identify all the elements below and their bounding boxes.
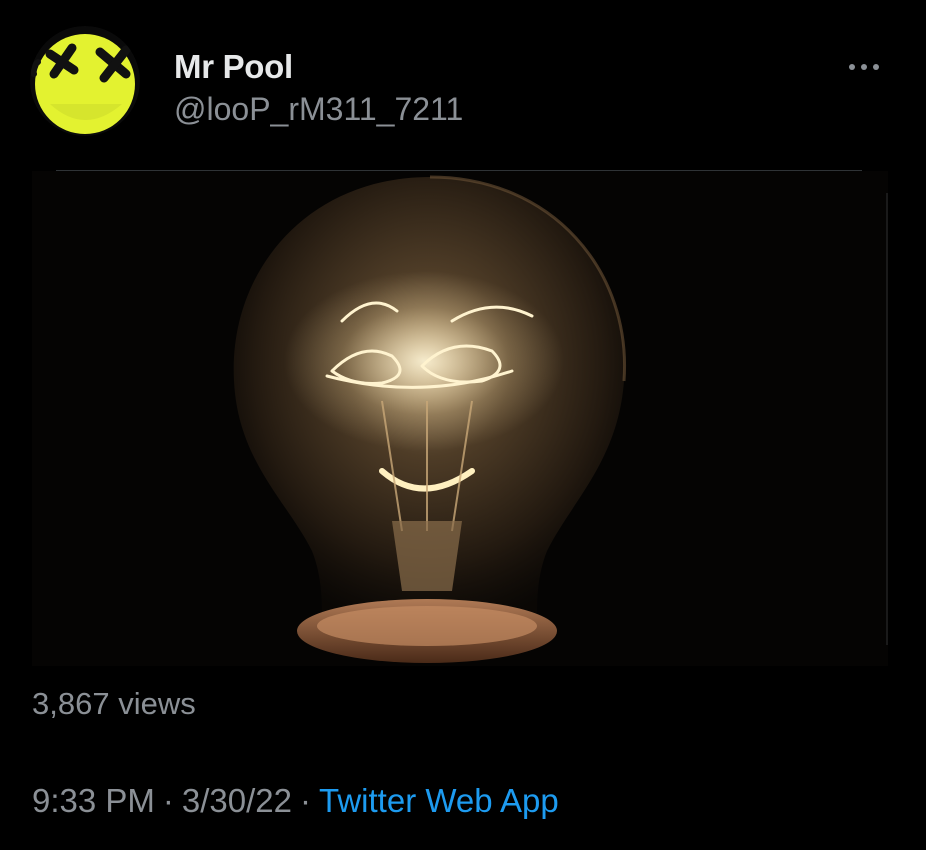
tweet-media[interactable] (32, 171, 888, 666)
views-number: 3,867 (32, 686, 110, 721)
lightbulb-image (32, 171, 888, 666)
meta-separator: · (300, 782, 312, 819)
user-handle[interactable]: @looP_rM311_7211 (174, 91, 463, 128)
yellow-dead-face-icon (30, 26, 140, 136)
tweet-source-link[interactable]: Twitter Web App (319, 782, 559, 819)
avatar[interactable] (30, 26, 140, 136)
more-options-icon (849, 64, 879, 70)
display-name[interactable]: Mr Pool (174, 48, 293, 86)
more-options-button[interactable] (838, 52, 890, 82)
tweet-date[interactable]: 3/30/22 (182, 782, 292, 819)
tweet-meta: 9:33 PM · 3/30/22 · Twitter Web App (32, 782, 559, 820)
views-count: 3,867 views (32, 686, 196, 722)
views-label: views (118, 686, 196, 721)
meta-separator: · (162, 782, 174, 819)
tweet-time[interactable]: 9:33 PM (32, 782, 155, 819)
